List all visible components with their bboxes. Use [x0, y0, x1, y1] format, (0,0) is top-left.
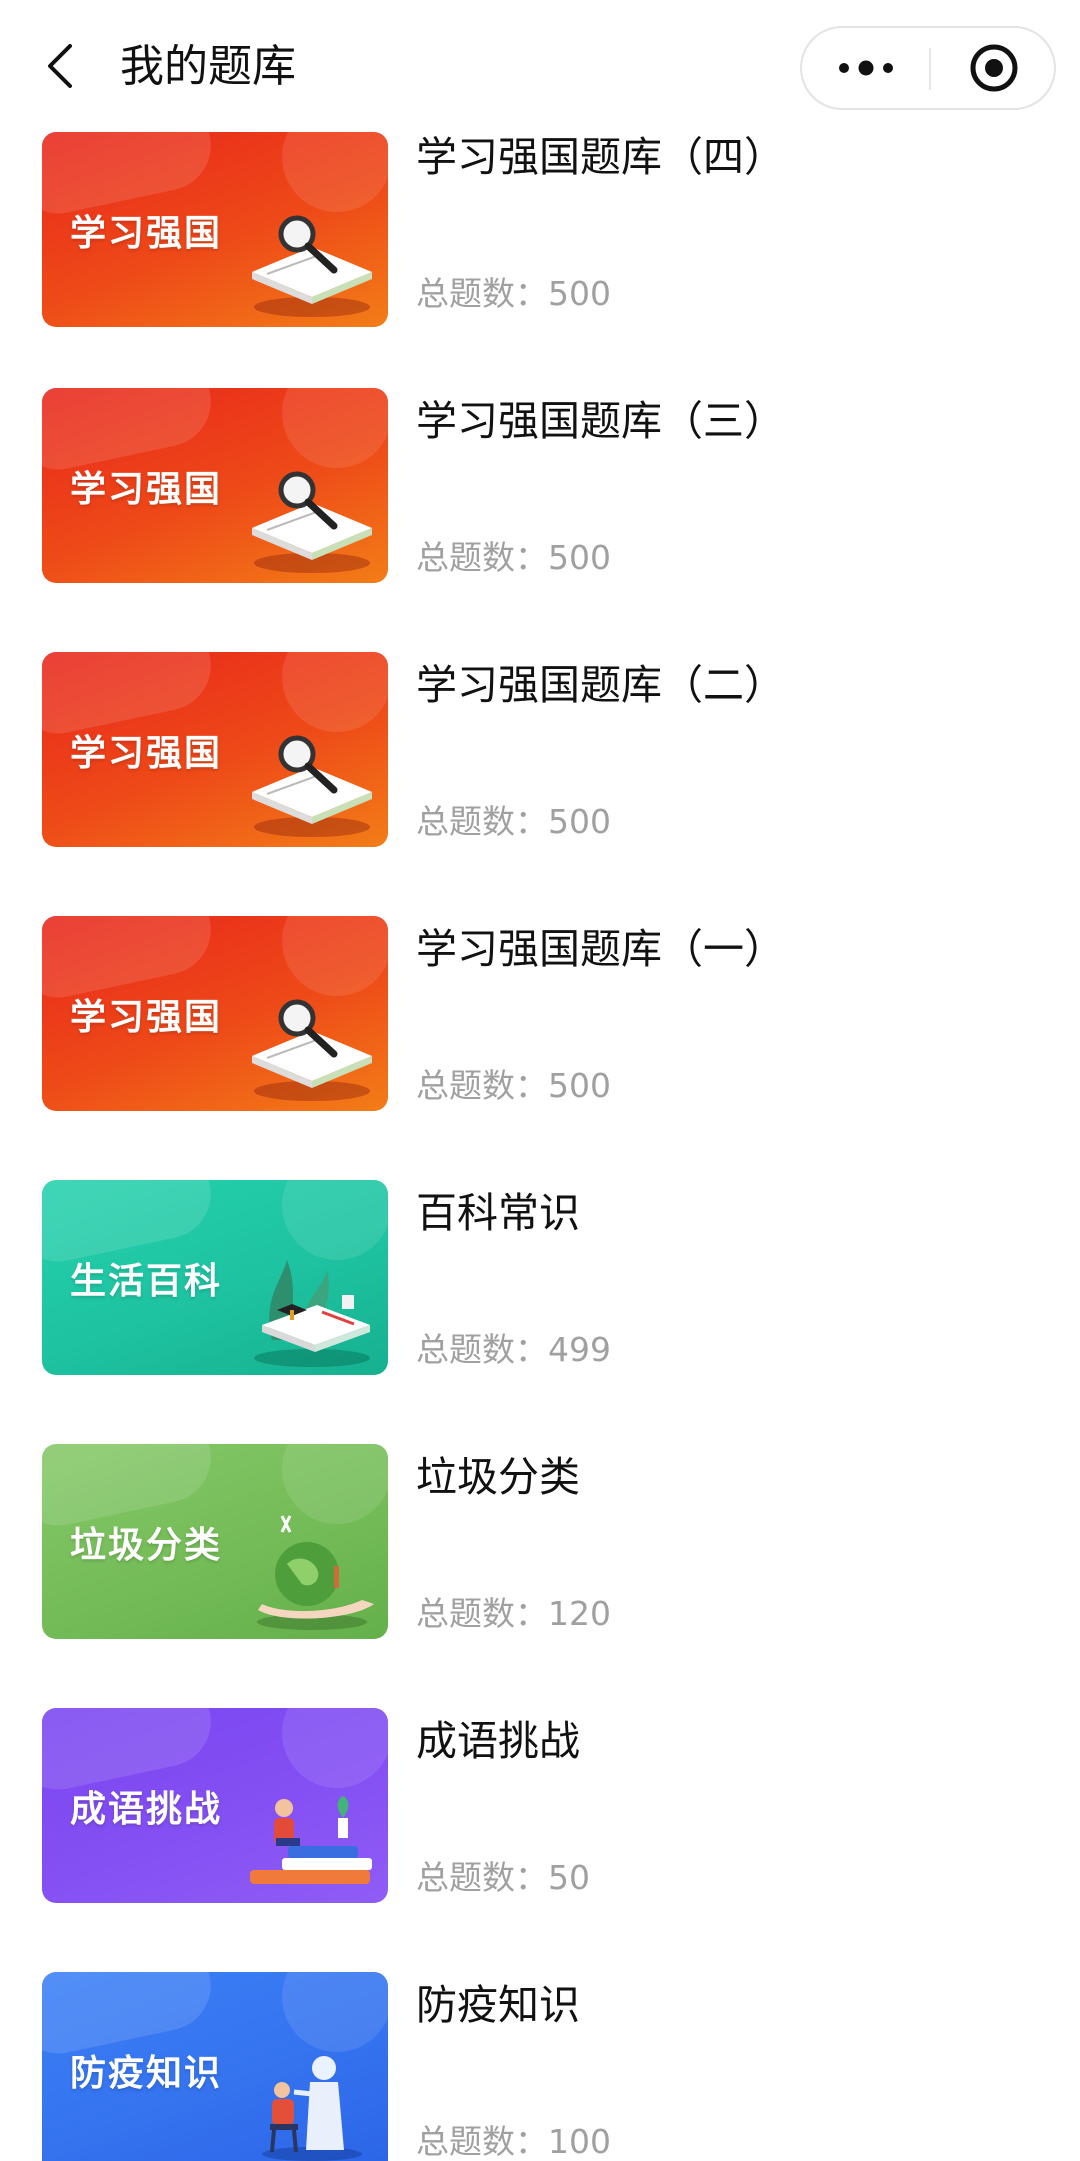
cover-image: 学习强国 — [42, 916, 388, 1111]
cover-image: 学习强国 — [42, 388, 388, 583]
bank-title: 学习强国题库（一） — [416, 925, 785, 973]
magnifier-book-icon — [252, 735, 372, 837]
question-count: 总题数：500 — [416, 538, 611, 577]
bank-title: 防疫知识 — [416, 1981, 580, 2029]
question-count: 总题数：50 — [416, 1858, 590, 1897]
question-count: 总题数：499 — [416, 1330, 611, 1369]
cover-label: 垃圾分类 — [70, 1525, 223, 1566]
reader-books-icon — [250, 1796, 372, 1884]
page-title: 我的题库 — [120, 41, 296, 92]
cover-image: 生活百科 — [42, 1180, 388, 1375]
globe-hand-icon — [257, 1515, 374, 1630]
plant-book-icon — [254, 1260, 370, 1367]
navigation-bar: 我的题库 — [0, 0, 1080, 132]
question-count: 总题数：500 — [416, 274, 611, 313]
list-item[interactable]: 垃圾分类 垃圾分类 总题数：120 — [0, 1444, 1080, 1664]
bank-title: 百科常识 — [416, 1189, 580, 1237]
bank-title: 垃圾分类 — [416, 1453, 580, 1501]
cover-image: 垃圾分类 — [42, 1444, 388, 1639]
chevron-left-icon — [48, 44, 72, 88]
question-count: 总题数：500 — [416, 802, 611, 841]
question-count: 总题数：500 — [416, 1066, 611, 1105]
list-item[interactable]: 学习强国 学习强国题库（四） 总题数：500 — [0, 124, 1080, 344]
bank-title: 学习强国题库（四） — [416, 133, 785, 181]
cover-label: 生活百科 — [70, 1261, 223, 1302]
list-item[interactable]: 成语挑战 成语挑战 总题数：50 — [0, 1708, 1080, 1928]
doctor-patient-icon — [262, 2056, 362, 2161]
cover-label: 学习强国 — [70, 997, 223, 1038]
mini-program-capsule — [800, 26, 1056, 110]
bank-title: 成语挑战 — [416, 1717, 580, 1765]
list-item[interactable]: 学习强国 学习强国题库（二） 总题数：500 — [0, 652, 1080, 872]
cover-label: 成语挑战 — [70, 1789, 223, 1830]
question-count: 总题数：100 — [416, 2122, 611, 2161]
question-bank-list: 学习强国 学习强国题库（四） 总题数：500 学习强国 学习强国题库（三） 总题… — [0, 0, 1080, 2161]
more-dots-icon — [838, 60, 893, 76]
list-item[interactable]: 防疫知识 防疫知识 总题数：100 — [0, 1972, 1080, 2161]
close-button[interactable] — [931, 28, 1056, 108]
cover-label: 学习强国 — [70, 469, 223, 510]
cover-image: 学习强国 — [42, 652, 388, 847]
magnifier-book-icon — [252, 215, 372, 317]
cover-label: 防疫知识 — [70, 2053, 223, 2094]
bank-title: 学习强国题库（三） — [416, 397, 785, 445]
cover-label: 学习强国 — [70, 733, 223, 774]
cover-image: 学习强国 — [42, 132, 388, 327]
cover-image: 防疫知识 — [42, 1972, 388, 2161]
target-circle-icon — [970, 44, 1017, 92]
cover-label: 学习强国 — [70, 213, 223, 254]
bank-title: 学习强国题库（二） — [416, 661, 785, 709]
list-item[interactable]: 生活百科 百科常识 总题数：499 — [0, 1180, 1080, 1400]
back-button[interactable] — [36, 36, 84, 96]
cover-image: 成语挑战 — [42, 1708, 388, 1903]
magnifier-book-icon — [252, 999, 372, 1101]
question-count: 总题数：120 — [416, 1594, 611, 1633]
list-item[interactable]: 学习强国 学习强国题库（三） 总题数：500 — [0, 388, 1080, 608]
list-item[interactable]: 学习强国 学习强国题库（一） 总题数：500 — [0, 916, 1080, 1136]
magnifier-book-icon — [252, 471, 372, 573]
more-button[interactable] — [802, 28, 929, 108]
